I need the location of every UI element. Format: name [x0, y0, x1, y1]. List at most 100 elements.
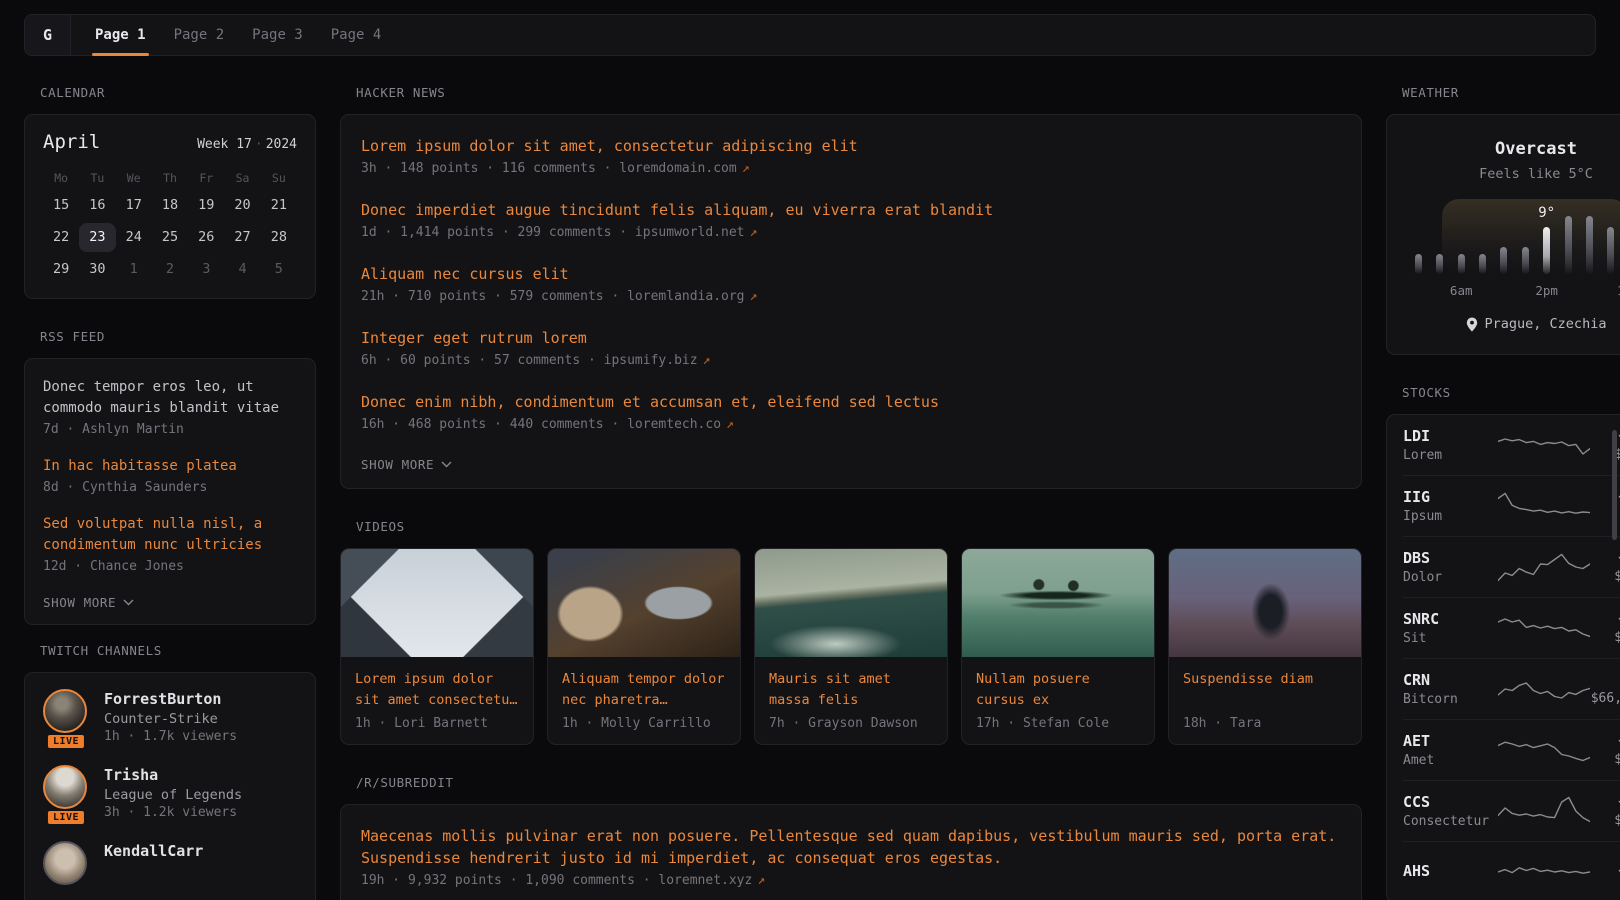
rss-item[interactable]: In hac habitasse platea 8d · Cynthia Sau…: [43, 456, 297, 495]
avatar: [43, 689, 87, 733]
calendar-day[interactable]: 5: [261, 255, 297, 284]
video-title[interactable]: Lorem ipsum dolor sit amet consectetu…: [341, 657, 533, 711]
video-title[interactable]: Mauris sit amet massa felis: [755, 657, 947, 711]
rss-item-title[interactable]: Sed volutpat nulla nisl, a condimentum n…: [43, 514, 297, 556]
stock-row[interactable]: AHS +0.46%: [1403, 842, 1620, 900]
stock-name: Amet: [1403, 753, 1498, 768]
calendar-day[interactable]: 18: [152, 191, 188, 220]
calendar-day[interactable]: 28: [261, 223, 297, 252]
rss-item[interactable]: Sed volutpat nulla nisl, a condimentum n…: [43, 514, 297, 574]
calendar-day[interactable]: 17: [116, 191, 152, 220]
calendar-day[interactable]: 15: [43, 191, 79, 220]
stock-row[interactable]: IIG Ipsum +2.84% $42.04: [1403, 476, 1620, 537]
twitch-channel[interactable]: KendallCarr: [43, 841, 297, 885]
calendar-day[interactable]: 1: [116, 255, 152, 284]
stock-change: +1.36%: [1590, 611, 1620, 627]
calendar-day[interactable]: 2: [152, 255, 188, 284]
calendar-day[interactable]: 27: [224, 223, 260, 252]
page-tab[interactable]: Page 2: [160, 15, 239, 55]
scrollbar-thumb[interactable]: [1612, 430, 1617, 540]
hackernews-item[interactable]: Integer eget rutrum lorem 6h · 60 points…: [361, 327, 1341, 368]
subreddit-post-title[interactable]: Maecenas mollis pulvinar erat non posuer…: [361, 825, 1341, 869]
hackernews-item[interactable]: Aliquam nec cursus elit 21h · 710 points…: [361, 263, 1341, 304]
calendar-day[interactable]: 20: [224, 191, 260, 220]
video-card[interactable]: Mauris sit amet massa felis 7h · Grayson…: [754, 548, 948, 745]
twitch-channel[interactable]: LIVE ForrestBurton Counter-Strike 1h · 1…: [43, 689, 297, 744]
weather-bar: [1586, 216, 1593, 274]
stocks-section-label: STOCKS: [1402, 385, 1620, 400]
video-thumbnail[interactable]: [962, 549, 1154, 657]
stock-id: LDI Lorem: [1403, 427, 1498, 463]
hackernews-item[interactable]: Lorem ipsum dolor sit amet, consectetur …: [361, 135, 1341, 176]
video-title[interactable]: Aliquam tempor dolor nec pharetra…: [548, 657, 740, 711]
video-title[interactable]: Nullam posuere cursus ex: [962, 657, 1154, 711]
rss-item-title[interactable]: Donec tempor eros leo, ut commodo mauris…: [43, 377, 297, 419]
calendar-day[interactable]: 26: [188, 223, 224, 252]
calendar-day[interactable]: 16: [79, 191, 115, 220]
stock-row[interactable]: DBS Dolor +1.42% $156.28: [1403, 537, 1620, 598]
video-thumbnail[interactable]: [548, 549, 740, 657]
calendar-day[interactable]: 30: [79, 255, 115, 284]
calendar-day[interactable]: 21: [261, 191, 297, 220]
video-thumbnail[interactable]: [1169, 549, 1361, 657]
stock-name: Dolor: [1403, 570, 1498, 585]
stock-change: +0.51%: [1590, 794, 1620, 810]
calendar-weekday: We: [116, 165, 152, 191]
stocks-section: STOCKS LDI Lorem +4.35% $795.18: [1386, 385, 1620, 900]
stock-row[interactable]: CRN Bitcorn -1.00% $66,171.48: [1403, 659, 1620, 720]
calendar-day[interactable]: 23: [79, 223, 115, 252]
rss-item-title[interactable]: In hac habitasse platea: [43, 456, 297, 477]
video-card[interactable]: Suspendisse diam 18h · Tara: [1168, 548, 1362, 745]
subreddit-post[interactable]: Maecenas mollis pulvinar erat non posuer…: [361, 825, 1341, 888]
hackernews-show-more[interactable]: SHOW MORE: [361, 455, 1341, 472]
live-badge: LIVE: [46, 733, 86, 750]
hackernews-item[interactable]: Donec imperdiet augue tincidunt felis al…: [361, 199, 1341, 240]
video-card[interactable]: Nullam posuere cursus ex 17h · Stefan Co…: [961, 548, 1155, 745]
middle-column: HACKER NEWS Lorem ipsum dolor sit amet, …: [340, 85, 1362, 900]
calendar-day[interactable]: 29: [43, 255, 79, 284]
calendar-day[interactable]: 4: [224, 255, 260, 284]
calendar-day[interactable]: 19: [188, 191, 224, 220]
calendar-day[interactable]: 3: [188, 255, 224, 284]
rss-item[interactable]: Donec tempor eros leo, ut commodo mauris…: [43, 377, 297, 437]
twitch-channel[interactable]: LIVE Trisha League of Legends 3h · 1.2k …: [43, 765, 297, 820]
stock-ticker: CRN: [1403, 671, 1498, 689]
calendar-day[interactable]: 25: [152, 223, 188, 252]
stock-row[interactable]: LDI Lorem +4.35% $795.18: [1403, 415, 1620, 476]
app-logo[interactable]: G: [25, 15, 71, 55]
stock-name: Ipsum: [1403, 509, 1498, 524]
stock-row[interactable]: CCS Consectetur +0.51% $165.84: [1403, 781, 1620, 842]
weather-bar: [1607, 227, 1614, 274]
video-card[interactable]: Lorem ipsum dolor sit amet consectetu… 1…: [340, 548, 534, 745]
twitch-channel-name[interactable]: ForrestBurton: [104, 689, 237, 709]
calendar-weekday: Sa: [224, 165, 260, 191]
hackernews-item-title[interactable]: Donec imperdiet augue tincidunt felis al…: [361, 199, 1341, 221]
page-tab[interactable]: Page 1: [81, 15, 160, 55]
twitch-channel-name[interactable]: Trisha: [104, 765, 242, 785]
calendar-day[interactable]: 22: [43, 223, 79, 252]
stock-values: +0.46%: [1590, 863, 1620, 882]
calendar-day[interactable]: 24: [116, 223, 152, 252]
hackernews-item-title[interactable]: Lorem ipsum dolor sit amet, consectetur …: [361, 135, 1341, 157]
page-tab[interactable]: Page 4: [317, 15, 396, 55]
stock-row[interactable]: SNRC Sit +1.36% $148.64: [1403, 598, 1620, 659]
calendar-section-label: CALENDAR: [40, 85, 316, 100]
video-thumbnail[interactable]: [755, 549, 947, 657]
video-thumbnail[interactable]: [341, 549, 533, 657]
weather-bar-column: [1436, 216, 1443, 274]
stock-id: DBS Dolor: [1403, 549, 1498, 585]
video-title[interactable]: Suspendisse diam: [1169, 657, 1361, 711]
page-tab[interactable]: Page 3: [238, 15, 317, 55]
hackernews-item-title[interactable]: Donec enim nibh, condimentum et accumsan…: [361, 391, 1341, 413]
video-card[interactable]: Aliquam tempor dolor nec pharetra… 1h · …: [547, 548, 741, 745]
right-column: WEATHER Overcast Feels like 5°C: [1386, 85, 1620, 900]
external-link-icon: ↗: [742, 161, 750, 176]
hackernews-item[interactable]: Donec enim nibh, condimentum et accumsan…: [361, 391, 1341, 432]
hackernews-item-title[interactable]: Integer eget rutrum lorem: [361, 327, 1341, 349]
stock-id: CCS Consectetur: [1403, 793, 1498, 829]
rss-show-more[interactable]: SHOW MORE: [43, 593, 297, 610]
hackernews-item-meta: 21h · 710 points · 579 comments · loreml…: [361, 289, 1341, 304]
hackernews-item-title[interactable]: Aliquam nec cursus elit: [361, 263, 1341, 285]
stock-row[interactable]: AET Amet +0.92% $499.72: [1403, 720, 1620, 781]
twitch-channel-name[interactable]: KendallCarr: [104, 841, 203, 861]
